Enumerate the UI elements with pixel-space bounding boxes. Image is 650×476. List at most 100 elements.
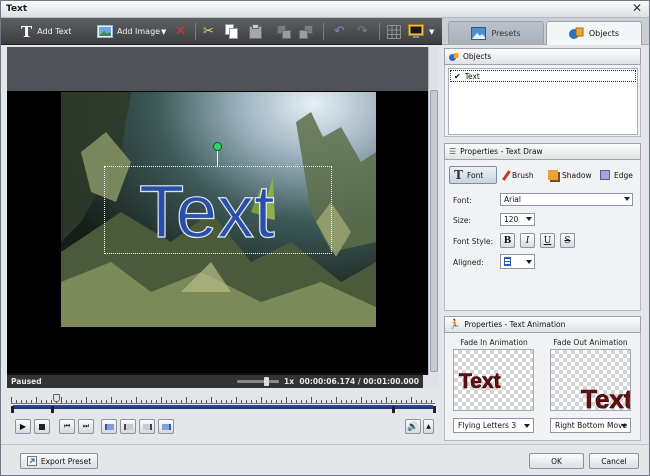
timeline-end-marker[interactable]: [433, 406, 436, 413]
copy-button[interactable]: [225, 22, 238, 41]
tab-font-label: Font: [466, 170, 484, 180]
tab-objects[interactable]: Objects: [546, 21, 642, 45]
safe-area-button[interactable]: [408, 22, 424, 41]
dialog-footer: Export Preset OK Cancel: [1, 444, 649, 475]
tab-shadow[interactable]: Shadow: [544, 166, 596, 184]
italic-button[interactable]: I: [520, 233, 535, 248]
undo-button[interactable]: ↶: [334, 22, 345, 41]
preview-vertical-scrollbar[interactable]: [428, 47, 439, 375]
bring-forward-icon: [277, 24, 291, 39]
ruler-tick: [396, 400, 397, 403]
ruler-tick: [291, 400, 292, 403]
delete-button[interactable]: ✕: [175, 22, 186, 41]
ruler-tick: [231, 400, 232, 403]
bring-forward-button[interactable]: [277, 22, 291, 41]
text-animation-panel-header: 🏃 Properties - Text Animation: [444, 316, 641, 333]
tab-edge[interactable]: Edge: [596, 166, 637, 184]
close-window-icon[interactable]: ✕: [630, 2, 644, 16]
stop-button[interactable]: [34, 419, 50, 434]
ruler-tick: [371, 400, 372, 403]
timeline-playhead[interactable]: [53, 394, 60, 402]
ruler-tick: [411, 397, 412, 403]
copy-icon: [225, 24, 238, 39]
play-button[interactable]: ▶: [15, 419, 31, 434]
export-preset-button[interactable]: Export Preset: [20, 453, 98, 469]
ruler-tick: [246, 400, 247, 403]
ruler-tick: [341, 400, 342, 403]
volume-button[interactable]: 🔊: [405, 419, 421, 434]
aligned-label: Aligned:: [453, 258, 484, 267]
size-select-value: 120: [504, 215, 519, 224]
underline-button[interactable]: U: [540, 233, 555, 248]
playback-status-bar: Paused 1x 00:00:06.174 / 00:01:00.000: [7, 375, 439, 388]
ruler-tick: [331, 400, 332, 403]
fade-in-select[interactable]: Flying Letters 3: [453, 418, 534, 433]
play-icon: ▶: [19, 422, 27, 431]
fade-out-preview-text: Text: [581, 384, 631, 411]
add-image-label: Add Image: [117, 27, 161, 36]
ruler-tick: [251, 400, 252, 403]
fade-in-preview-text: Text: [459, 370, 501, 393]
grid-button[interactable]: [387, 22, 401, 41]
tab-presets[interactable]: Presets: [448, 21, 544, 45]
list-item[interactable]: ✔ Text: [450, 70, 636, 82]
ruler-tick: [381, 400, 382, 403]
go-to-fade-in-button[interactable]: [120, 419, 136, 434]
strikethrough-button[interactable]: S: [560, 233, 575, 248]
font-select[interactable]: Arial: [500, 193, 633, 206]
playback-state: Paused: [11, 377, 42, 386]
ruler-tick: [221, 400, 222, 403]
tab-font[interactable]: T Font: [449, 166, 497, 184]
tab-edge-label: Edge: [614, 170, 633, 180]
send-backward-button[interactable]: [299, 22, 313, 41]
scrollbar-thumb[interactable]: [430, 90, 438, 372]
timeline-start-marker[interactable]: [11, 406, 14, 413]
cut-button[interactable]: ✂: [203, 22, 214, 41]
fade-out-select[interactable]: Right Bottom Move: [550, 418, 631, 433]
redo-button[interactable]: ↷: [357, 22, 368, 41]
ruler-tick: [416, 400, 417, 403]
zoom-slider-track[interactable]: [237, 380, 279, 383]
ok-button[interactable]: OK: [529, 453, 584, 469]
rotation-handle[interactable]: [213, 142, 222, 151]
add-text-button[interactable]: T Add Text: [21, 22, 71, 41]
fade-in-select-value: Flying Letters 3: [458, 421, 517, 430]
cancel-button[interactable]: Cancel: [589, 453, 639, 469]
paste-button[interactable]: [249, 22, 262, 41]
fade-in-marker[interactable]: [51, 406, 54, 413]
add-image-dropdown-arrow[interactable]: ▼: [161, 22, 166, 41]
ruler-tick: [366, 400, 367, 403]
ruler-tick: [316, 400, 317, 403]
bold-button[interactable]: B: [500, 233, 515, 248]
add-image-button[interactable]: Add Image: [97, 22, 160, 41]
title-bar: Text ✕: [1, 1, 649, 18]
text-selection-box[interactable]: [104, 166, 332, 254]
font-select-value: Arial: [504, 195, 521, 204]
tab-brush[interactable]: Brush: [501, 166, 538, 184]
previous-frame-button[interactable]: ⏮: [59, 419, 75, 434]
timeline[interactable]: [7, 392, 439, 416]
window-title: Text: [6, 4, 28, 14]
objects-small-icon: [449, 52, 459, 61]
objects-list[interactable]: ✔ Text: [448, 68, 638, 135]
alignment-select[interactable]: [500, 254, 535, 269]
fade-out-marker[interactable]: [392, 406, 395, 413]
next-frame-button[interactable]: ⏭: [78, 419, 94, 434]
ruler-tick: [61, 397, 62, 403]
safe-area-dropdown-arrow[interactable]: ▼: [429, 22, 434, 41]
toolbar-separator: [323, 23, 324, 40]
fade-out-label: Fade Out Animation: [553, 338, 628, 347]
timeline-track[interactable]: [13, 405, 433, 409]
go-to-fade-out-button[interactable]: [139, 419, 155, 434]
ruler-tick: [41, 400, 42, 403]
speaker-icon: 🔊: [407, 421, 419, 432]
marker-fade-out-icon: [142, 423, 152, 430]
zoom-slider-knob[interactable]: [264, 377, 269, 386]
go-to-end-marker-button[interactable]: [158, 419, 174, 434]
size-select[interactable]: 120: [500, 213, 535, 226]
go-to-start-marker-button[interactable]: [101, 419, 117, 434]
ruler-tick: [111, 397, 112, 403]
align-center-icon: [504, 257, 511, 266]
volume-dropdown-arrow[interactable]: ▲: [423, 419, 434, 434]
ruler-tick: [326, 400, 327, 403]
